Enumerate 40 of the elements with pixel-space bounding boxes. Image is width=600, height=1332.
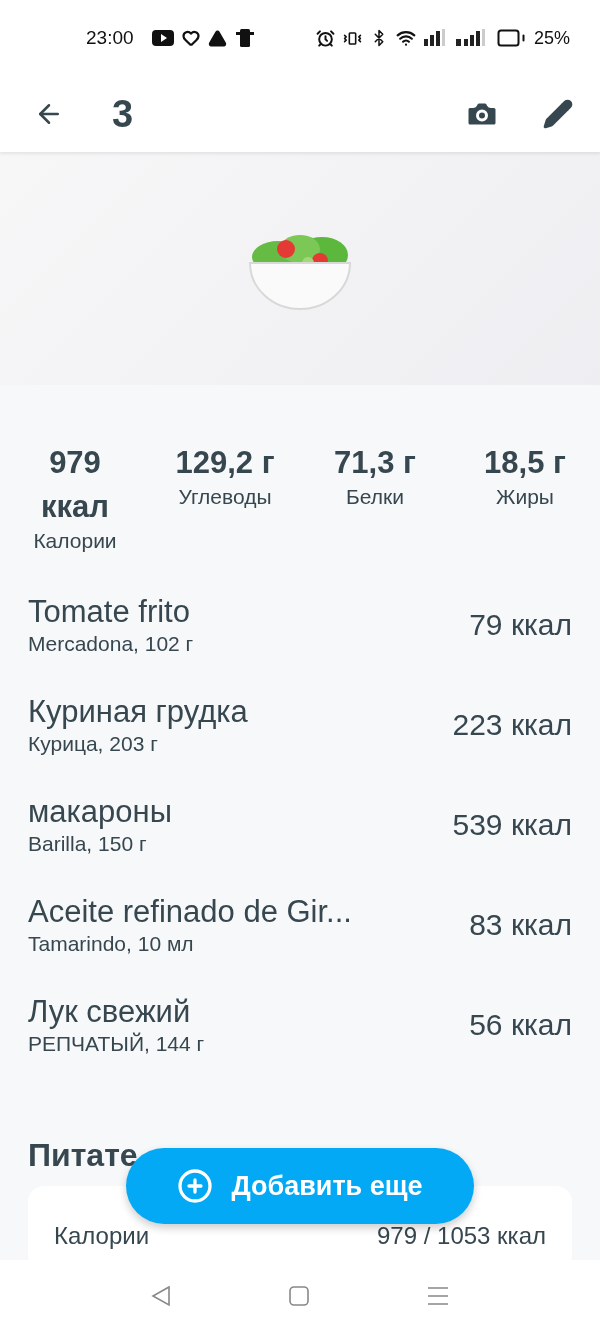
page-title: 3 (112, 92, 135, 136)
stat-label: Белки (346, 485, 404, 509)
food-calories: 56 ккал (469, 1008, 572, 1042)
plus-circle-icon (177, 1168, 214, 1204)
heart-icon (181, 29, 200, 47)
stat-value: 18,5 г (483, 444, 567, 482)
food-calories: 539 ккал (452, 808, 572, 842)
stat-value: 979 ккал (40, 444, 110, 526)
stat-label: Калории (33, 529, 117, 553)
signal-icon (455, 29, 488, 47)
wifi-icon (395, 28, 416, 48)
food-detail: Barilla, 150 г (28, 832, 148, 856)
food-name[interactable]: Aceite refinado de Gir... (28, 894, 470, 930)
pencil-icon (542, 98, 574, 130)
phone-icon (234, 28, 255, 48)
alarm-icon (315, 28, 335, 48)
food-calories: 223 ккал (452, 708, 572, 742)
food-name[interactable]: макароны (28, 794, 453, 830)
stat-label: Углеводы (178, 485, 272, 509)
video-play-icon (151, 30, 174, 46)
back-nav-icon[interactable] (151, 1285, 171, 1307)
stat-label: Жиры (496, 485, 554, 509)
food-detail: Tamarindo, 10 мл (28, 932, 195, 956)
food-name[interactable]: Tomate frito (28, 594, 470, 630)
food-name[interactable]: Лук свежий (28, 994, 470, 1030)
signal-icon (423, 29, 448, 47)
stat-value: 71,3 г (333, 444, 417, 482)
nutrient-label: Калории (54, 1222, 150, 1250)
home-nav-icon[interactable] (289, 1286, 309, 1306)
stat-value: 129,2 г (174, 444, 276, 482)
food-detail: РЕПЧАТЫЙ, 144 г (28, 1032, 206, 1056)
food-detail: Mercadona, 102 г (28, 632, 195, 656)
clock: 23:00 (86, 27, 134, 49)
nutrient-value: 979 / 1053 ккал (377, 1222, 546, 1250)
battery-percentage: 25% (533, 27, 570, 49)
food-calories: 79 ккал (469, 608, 572, 642)
food-calories: 83 ккал (469, 908, 572, 942)
warning-icon (207, 28, 227, 48)
food-name[interactable]: Куриная грудка (28, 694, 453, 730)
food-detail: Курица, 203 г (28, 732, 159, 756)
